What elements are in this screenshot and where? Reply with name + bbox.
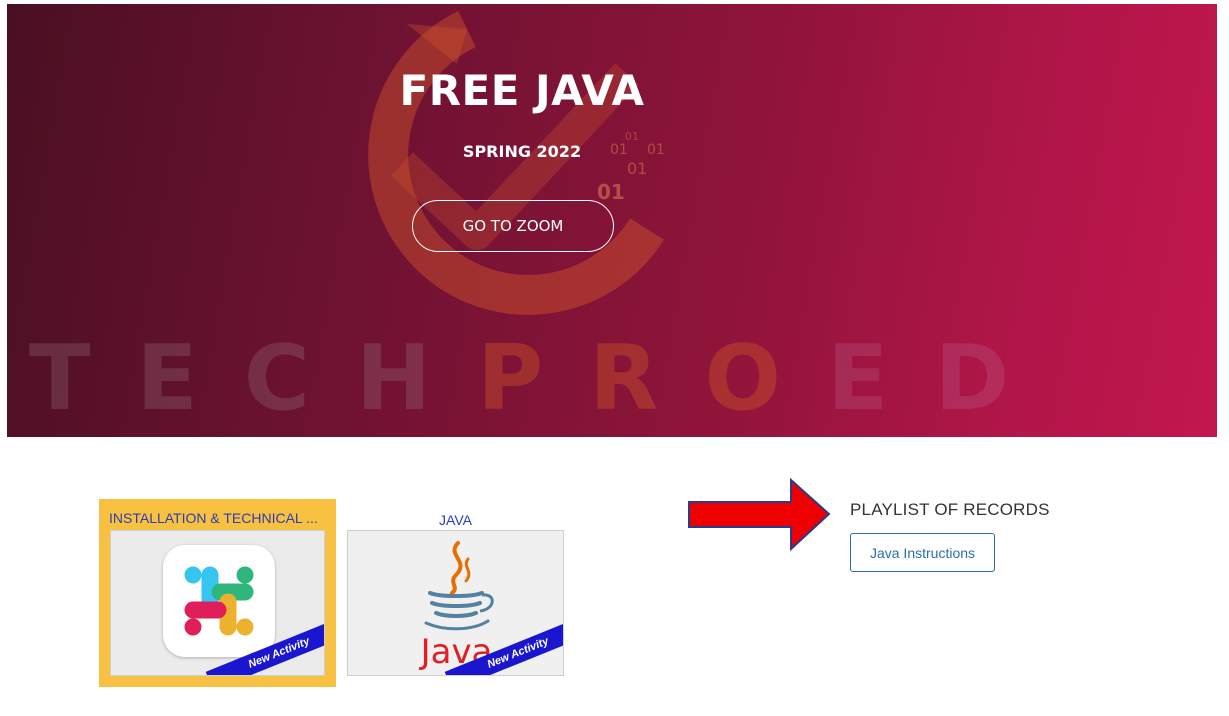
hero-banner: 01 01 01 01 01 TECHPROED FREE JAVA SPRIN… [7,4,1217,437]
card-thumbnail: New Activity [110,530,325,676]
card-thumbnail: Java New Activity [347,530,564,676]
svg-text:01: 01 [597,180,625,204]
page-subtitle: SPRING 2022 [462,142,582,161]
brand-watermark: TECHPROED [29,326,1056,431]
go-to-zoom-button[interactable]: GO TO ZOOM [412,200,614,252]
svg-text:01: 01 [627,159,647,178]
java-instructions-button[interactable]: Java Instructions [850,533,995,572]
page-title: FREE JAVA [399,66,645,115]
card-title: INSTALLATION & TECHNICAL ... [109,510,318,526]
playlist-heading: PLAYLIST OF RECORDS [850,500,1050,519]
slack-logo-icon [163,545,275,657]
card-title: JAVA [439,512,472,528]
red-arrow-icon [688,478,831,551]
course-card-installation[interactable]: INSTALLATION & TECHNICAL ... New Activit… [99,499,336,687]
course-card-java[interactable]: JAVA Java New Activity [347,507,564,677]
